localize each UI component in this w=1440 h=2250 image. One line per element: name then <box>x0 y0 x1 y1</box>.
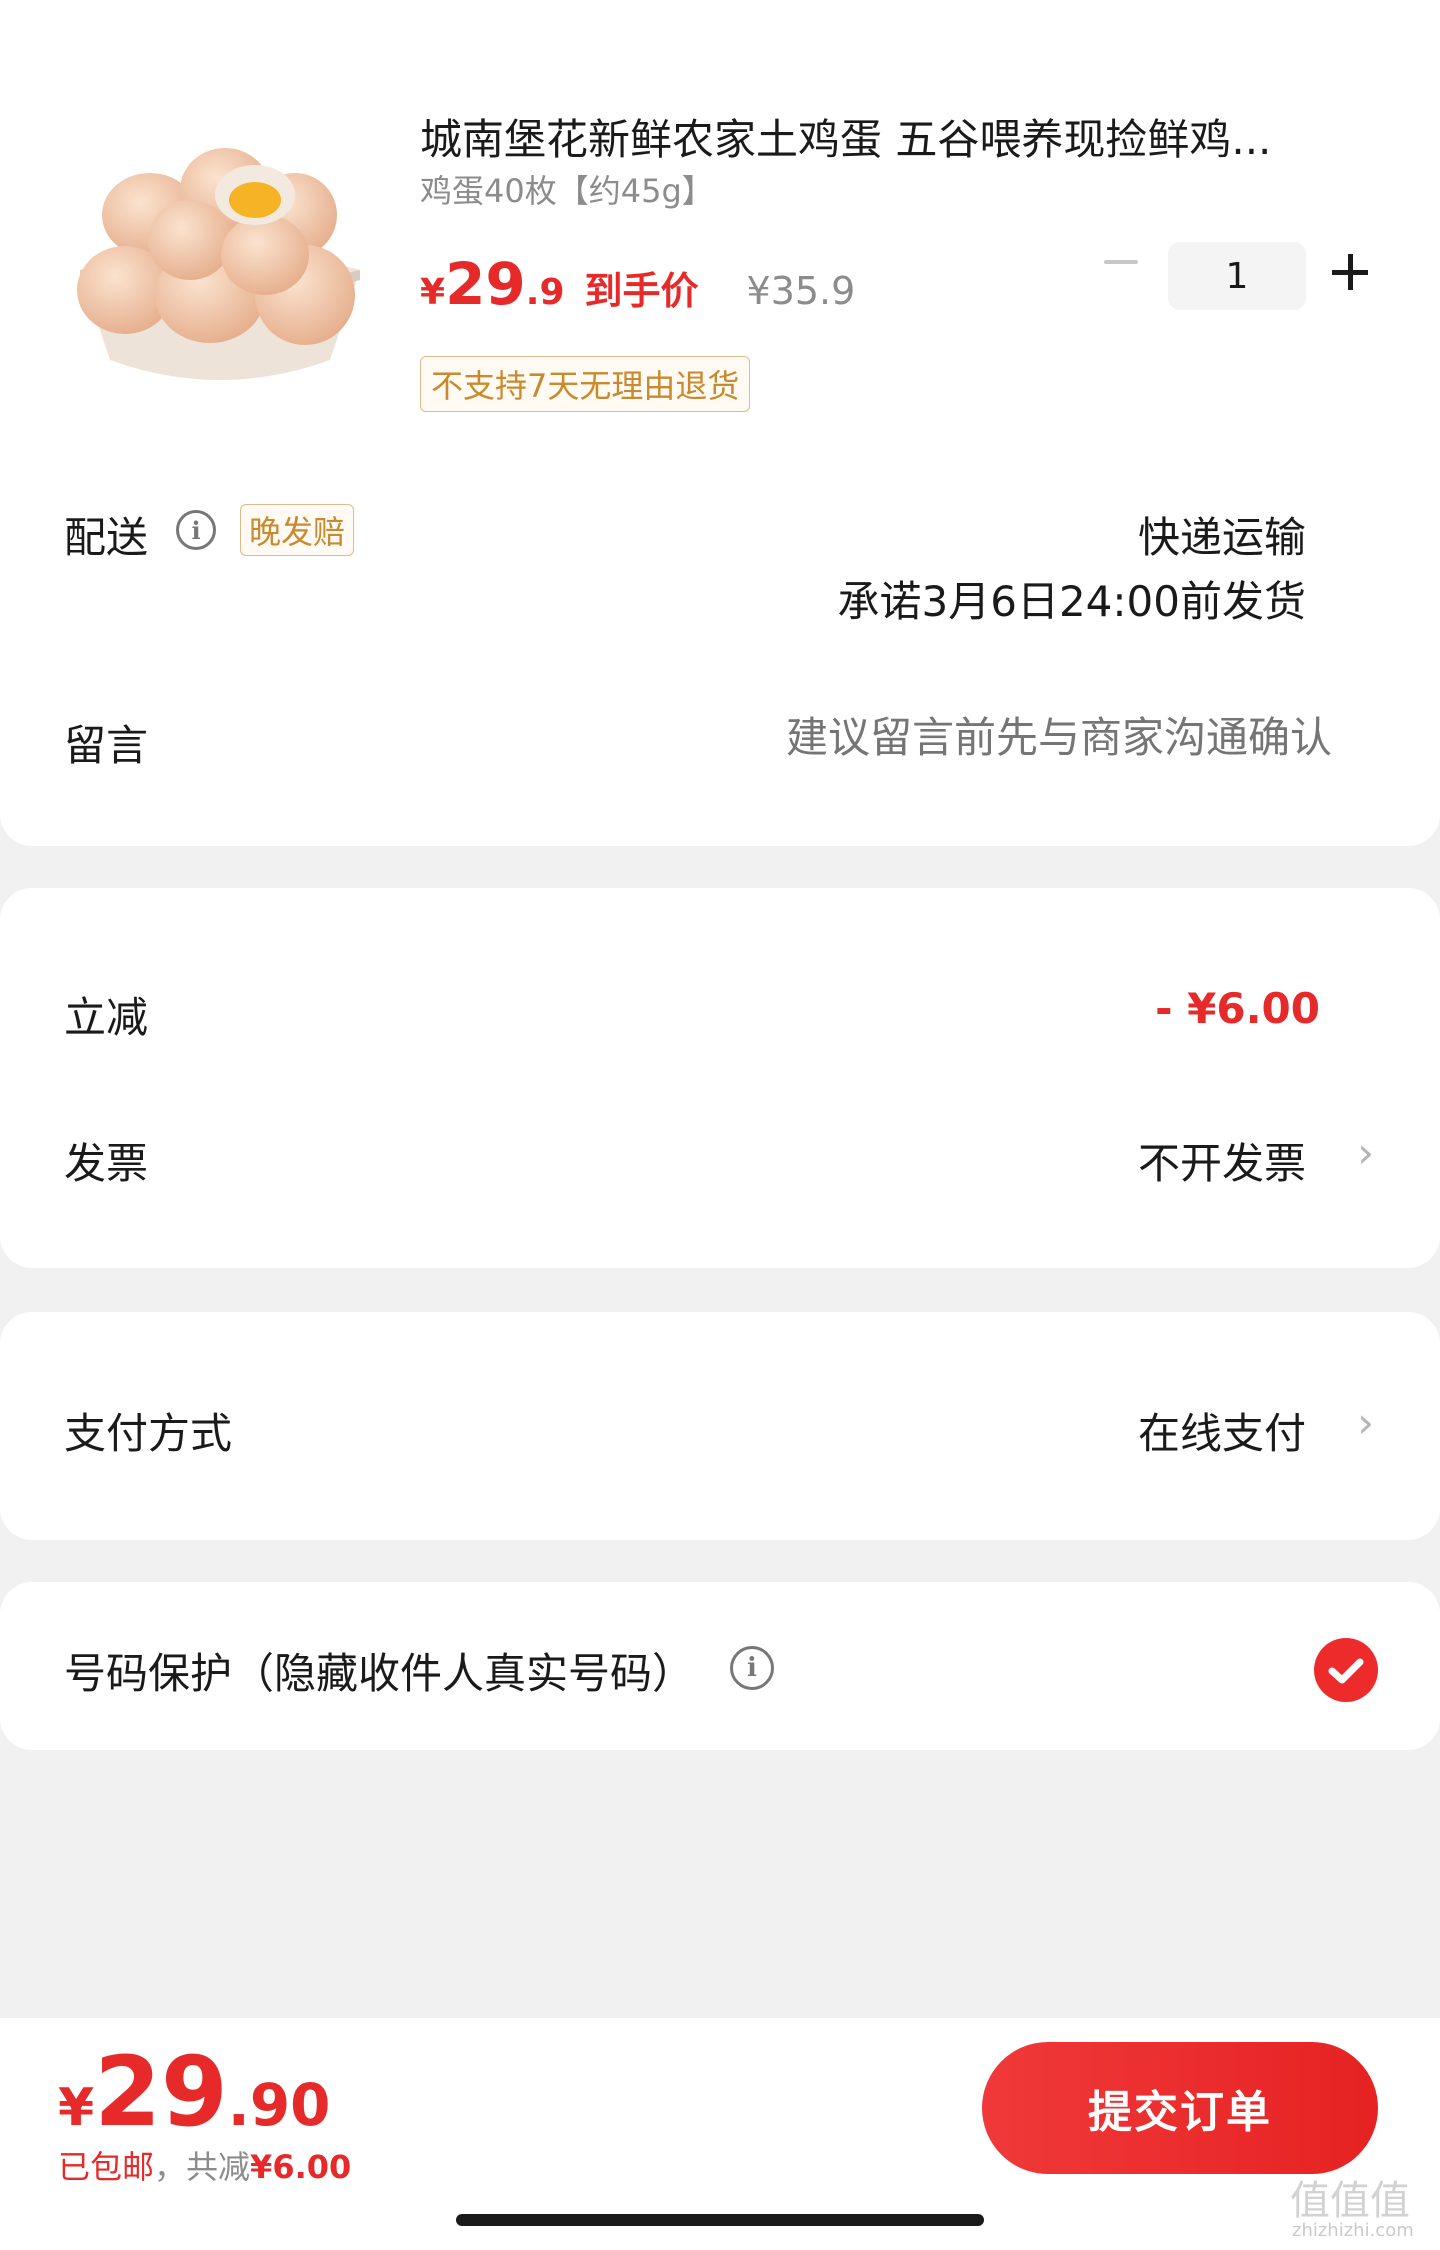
return-policy-tag: 不支持7天无理由退货 <box>420 356 751 412</box>
quantity-value: 1 <box>1225 255 1249 297</box>
bottom-bar: ¥ 29 .90 已包邮，共减¥6.00 提交订单 值值值 zhizhizhi.… <box>0 2018 1440 2250</box>
product-spec[interactable]: 鸡蛋40枚【约45g】 <box>420 166 714 212</box>
product-title[interactable]: 城南堡花新鲜农家土鸡蛋 五谷喂养现捡鲜鸡... <box>420 106 1271 167</box>
message-input[interactable] <box>710 700 1334 774</box>
delivery-label: 配送 <box>64 513 149 562</box>
saving-prefix: 共减 <box>186 2148 251 2186</box>
price-note: 到手价 <box>584 269 699 313</box>
chevron-right-icon: › <box>1357 1128 1374 1177</box>
minus-icon <box>1104 260 1138 264</box>
quantity-minus-button[interactable] <box>1100 240 1144 284</box>
price-block: ¥ 29 .9 到手价 ¥35.9 <box>420 250 855 318</box>
discount-invoice-card: 立减 - ¥6.00 发票 不开发票 › <box>0 888 1440 1268</box>
eggs-in-bowl-image <box>77 148 360 380</box>
message-label: 留言 <box>64 721 149 770</box>
product-image[interactable] <box>60 120 380 420</box>
price-decimal: .9 <box>525 272 565 313</box>
price-integer: 29 <box>445 250 526 318</box>
quantity-field[interactable]: 1 <box>1168 242 1306 310</box>
delivery-method: 快递运输 <box>1137 513 1306 562</box>
home-indicator <box>456 2214 984 2226</box>
shipping-promise: 承诺3月6日24:00前发货 <box>837 577 1306 626</box>
watermark-domain: zhizhizhi.com <box>1292 2220 1414 2241</box>
total-decimal: .90 <box>227 2071 331 2139</box>
discount-label: 立减 <box>64 993 149 1042</box>
privacy-label: 号码保护（隐藏收件人真实号码） <box>64 1649 695 1698</box>
payment-value: 在线支付 <box>1137 1409 1306 1458</box>
total-integer: 29 <box>94 2036 228 2148</box>
plus-icon <box>1332 252 1372 292</box>
note-separator: ， <box>154 2148 187 2186</box>
info-icon[interactable]: i <box>730 1646 774 1690</box>
payment-card[interactable]: 支付方式 在线支付 › <box>0 1312 1440 1540</box>
invoice-label: 发票 <box>64 1139 149 1188</box>
original-price: ¥35.9 <box>746 269 856 313</box>
total-price: ¥ 29 .90 <box>58 2036 331 2148</box>
total-currency: ¥ <box>58 2078 95 2138</box>
shipping-saving-note: 已包邮，共减¥6.00 <box>58 2142 351 2188</box>
invoice-value: 不开发票 <box>1137 1139 1306 1188</box>
price-currency: ¥ <box>420 272 446 313</box>
quantity-plus-button[interactable] <box>1332 252 1372 292</box>
submit-order-label: 提交订单 <box>1088 2087 1272 2138</box>
late-shipping-compensation-badge[interactable]: 晚发赔 <box>240 504 355 556</box>
chevron-right-icon: › <box>1357 1398 1374 1447</box>
invoice-row[interactable]: 发票 不开发票 › <box>0 1098 1440 1208</box>
privacy-card: 号码保护（隐藏收件人真实号码） i <box>0 1582 1440 1750</box>
info-icon[interactable]: i <box>176 510 216 550</box>
order-info-card: 城南堡花新鲜农家土鸡蛋 五谷喂养现捡鲜鸡... 鸡蛋40枚【约45g】 ¥ 29… <box>0 0 1440 846</box>
watermark-brand: 值值值 <box>1290 2178 1410 2224</box>
saving-amount: ¥6.00 <box>250 2148 352 2186</box>
privacy-checkbox[interactable] <box>1314 1638 1378 1702</box>
discount-value: - ¥6.00 <box>1155 984 1320 1033</box>
free-shipping-text: 已包邮 <box>58 2148 155 2186</box>
submit-order-button[interactable]: 提交订单 <box>982 2042 1378 2174</box>
checkmark-icon <box>1328 1658 1364 1684</box>
payment-label: 支付方式 <box>64 1409 233 1458</box>
